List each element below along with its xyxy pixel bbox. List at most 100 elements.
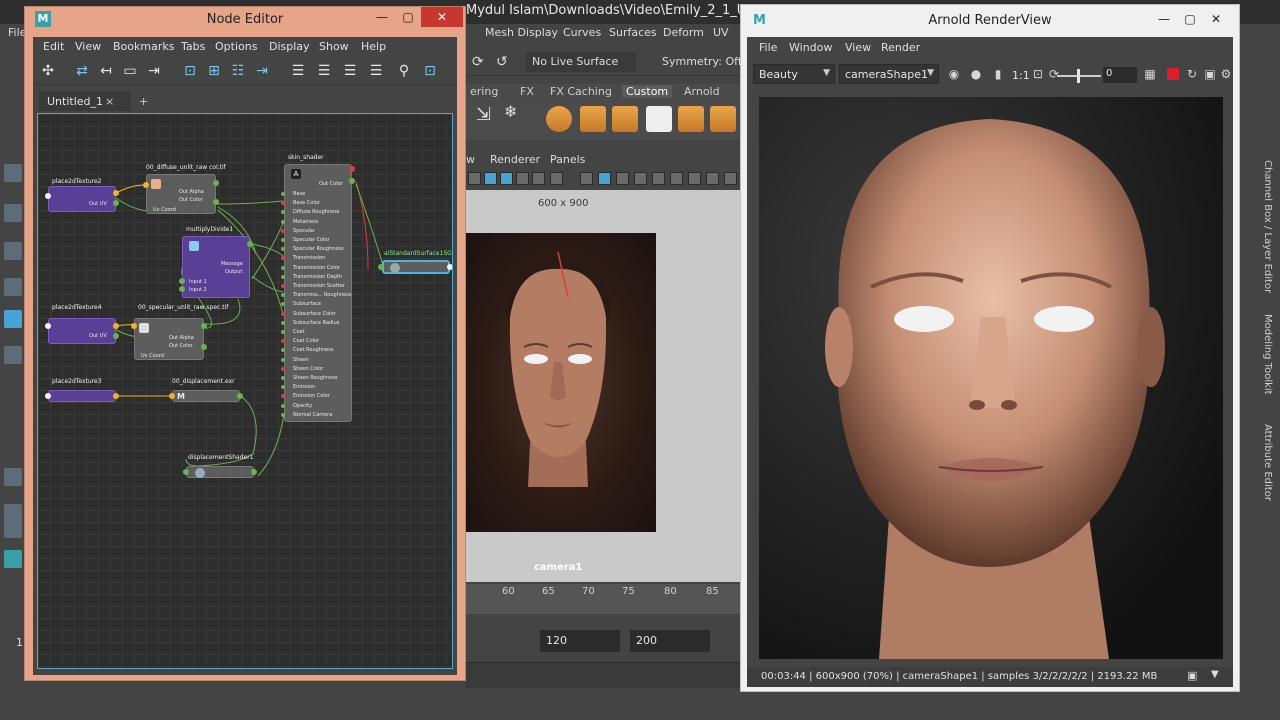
shader-input-port[interactable] bbox=[281, 403, 285, 408]
panel-icon[interactable] bbox=[688, 172, 701, 185]
gear-icon[interactable]: ⚙ bbox=[1219, 67, 1233, 81]
shader-input-port[interactable] bbox=[281, 247, 285, 252]
zoom-one-to-one[interactable]: 1:1 bbox=[1012, 69, 1030, 82]
ar-menu-view[interactable]: View bbox=[845, 41, 871, 54]
node-output-port[interactable] bbox=[201, 323, 207, 329]
toggle-grid-icon[interactable]: ⇥ bbox=[253, 62, 271, 80]
shader-input-port[interactable] bbox=[281, 284, 285, 288]
node-input-port[interactable] bbox=[131, 323, 137, 329]
move-tool-icon[interactable] bbox=[4, 278, 22, 296]
aov-dropdown[interactable]: Beauty ▼ bbox=[753, 64, 835, 84]
smooth-shade-icon[interactable] bbox=[598, 172, 611, 185]
ipr-refresh-icon[interactable]: ↻ bbox=[1185, 67, 1199, 81]
ar-menu-window[interactable]: Window bbox=[789, 41, 832, 54]
lights-icon[interactable] bbox=[670, 172, 683, 185]
chevron-down-icon[interactable]: ▼ bbox=[1211, 669, 1219, 680]
shader-input-port[interactable] bbox=[281, 219, 285, 224]
crop-region-icon[interactable]: ◉ bbox=[947, 67, 961, 81]
panel-menu-renderer[interactable]: Renderer bbox=[490, 153, 540, 166]
menu-mesh-display[interactable]: Mesh Display bbox=[485, 26, 558, 39]
layout-icon[interactable]: ☷ bbox=[229, 62, 247, 80]
close-button[interactable]: ✕ bbox=[1203, 9, 1229, 29]
channel-box-tab[interactable]: Channel Box / Layer Editor bbox=[1262, 160, 1273, 293]
node-input-port[interactable] bbox=[183, 469, 189, 475]
node-graph-canvas[interactable]: place2dTexture2 Out UV 00_diffuse_unlit_… bbox=[37, 113, 453, 669]
node-shading-group[interactable] bbox=[382, 260, 450, 274]
node-output-port[interactable] bbox=[113, 323, 119, 329]
exposure-slider-handle[interactable] bbox=[1077, 69, 1080, 83]
minimize-button[interactable]: — bbox=[369, 7, 395, 27]
node-editor-titlebar[interactable]: M Node Editor — ▢ ✕ bbox=[25, 7, 465, 33]
add-tab-icon[interactable]: + bbox=[139, 95, 148, 108]
render-image[interactable] bbox=[759, 97, 1223, 659]
exposure-value-field[interactable]: 0 bbox=[1103, 67, 1137, 83]
modeling-toolkit-tab[interactable]: Modeling Toolkit bbox=[1262, 314, 1273, 395]
node-output-port[interactable] bbox=[447, 264, 452, 270]
node-output-port[interactable] bbox=[251, 469, 257, 475]
shader-input-port[interactable] bbox=[281, 210, 285, 215]
wireframe-icon[interactable] bbox=[580, 172, 593, 185]
shelf-box-icon[interactable] bbox=[612, 106, 638, 132]
viewport-3d[interactable]: 600 x 900 camera1 bbox=[466, 190, 740, 582]
lasso-tool-icon[interactable] bbox=[4, 204, 22, 222]
ne-menu-tabs[interactable]: Tabs bbox=[181, 40, 205, 53]
fit-frame-icon[interactable]: ⊡ bbox=[1031, 67, 1045, 81]
shader-input-port[interactable] bbox=[281, 311, 285, 316]
close-button[interactable]: ✕ bbox=[421, 7, 463, 27]
shader-input-port[interactable] bbox=[281, 376, 285, 380]
refresh-icon[interactable]: ⟳ bbox=[1047, 67, 1061, 81]
menu-deform[interactable]: Deform bbox=[663, 26, 704, 39]
graph-input-output-icon[interactable]: ✣ bbox=[39, 62, 57, 80]
node-output-port[interactable] bbox=[213, 199, 219, 205]
add-selected-icon[interactable]: ⇥ bbox=[145, 62, 163, 80]
ne-menu-show[interactable]: Show bbox=[319, 40, 349, 53]
graph-downstream-icon[interactable]: ↤ bbox=[97, 62, 115, 80]
shader-input-port[interactable] bbox=[281, 320, 285, 325]
clear-graph-icon[interactable]: ▭ bbox=[121, 62, 139, 80]
node-displacement-shader[interactable] bbox=[186, 466, 254, 478]
node-output-port[interactable] bbox=[349, 166, 355, 172]
attribute-editor-tab[interactable]: Attribute Editor bbox=[1262, 424, 1273, 501]
shelf-cubes-icon[interactable] bbox=[580, 106, 606, 132]
shader-input-port[interactable] bbox=[281, 357, 285, 362]
minimize-button[interactable]: — bbox=[1151, 9, 1177, 29]
color-channels-icon[interactable]: ● bbox=[969, 67, 983, 81]
shader-input-port[interactable] bbox=[281, 274, 285, 279]
rotate-tool-icon[interactable] bbox=[4, 310, 22, 328]
node-input-port[interactable] bbox=[378, 264, 384, 270]
shader-input-port[interactable] bbox=[281, 192, 285, 196]
node-diffuse-file[interactable]: Out Alpha Out Color Uv Coord bbox=[146, 174, 216, 214]
panel-icon[interactable] bbox=[550, 172, 563, 185]
node-multiplydivide[interactable]: Message Output Input 1 Input 2 bbox=[182, 236, 250, 298]
graph-upstream-icon[interactable]: ⇄ bbox=[73, 62, 91, 80]
shader-input-port[interactable] bbox=[281, 238, 285, 242]
panel-icon[interactable] bbox=[634, 172, 647, 185]
layout-icon[interactable] bbox=[4, 520, 22, 538]
node-output-port[interactable] bbox=[113, 200, 119, 206]
panel-menu-show[interactable]: w bbox=[466, 153, 475, 166]
node-specular-file[interactable]: Out Alpha Out Color Uv Coord bbox=[134, 318, 204, 360]
camera-dropdown[interactable]: cameraShape1 ▼ bbox=[839, 64, 939, 84]
menu-curves[interactable]: Curves bbox=[563, 26, 601, 39]
time-slider[interactable]: 60 65 70 75 80 85 bbox=[466, 584, 740, 614]
snapshot-icon[interactable]: ▣ bbox=[1203, 67, 1217, 81]
panel-icon[interactable] bbox=[532, 172, 545, 185]
node-place2dtexture3[interactable] bbox=[48, 390, 116, 402]
panel-icon[interactable] bbox=[724, 172, 737, 185]
node-input-port[interactable] bbox=[179, 286, 185, 292]
connected-mode-icon[interactable]: ☰ bbox=[315, 62, 333, 80]
panel-icon[interactable] bbox=[468, 172, 481, 185]
range-start-field[interactable]: 120 bbox=[540, 630, 620, 652]
shader-input-port[interactable] bbox=[281, 228, 285, 233]
cursor-icon[interactable]: ⇲ bbox=[476, 104, 491, 125]
ne-menu-options[interactable]: Options bbox=[215, 40, 257, 53]
node-output-port[interactable] bbox=[237, 393, 243, 399]
shader-input-port[interactable] bbox=[281, 330, 285, 334]
frame-selection-icon[interactable]: ⊞ bbox=[205, 62, 223, 80]
panel-icon[interactable] bbox=[616, 172, 629, 185]
arnold-titlebar[interactable]: M Arnold RenderView — ▢ ✕ bbox=[741, 5, 1239, 35]
full-mode-icon[interactable]: ☰ bbox=[341, 62, 359, 80]
shader-input-port[interactable] bbox=[281, 265, 285, 270]
shelf-tab-arnold[interactable]: Arnold bbox=[680, 85, 724, 98]
node-output-port[interactable] bbox=[247, 241, 253, 247]
